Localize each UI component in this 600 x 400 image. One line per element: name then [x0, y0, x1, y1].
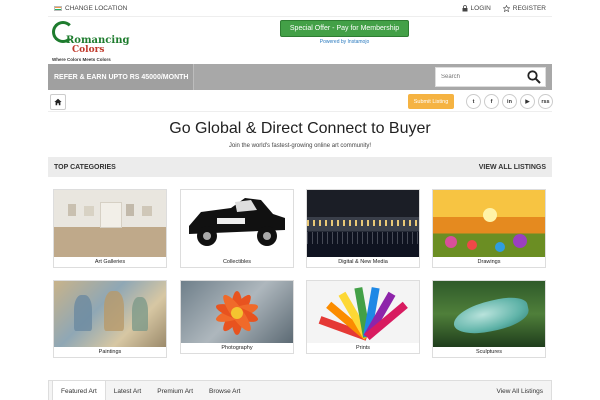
category-card-drawings[interactable]: Drawings	[432, 189, 546, 268]
rss-icon[interactable]: rss	[538, 94, 553, 109]
category-card-prints[interactable]: Prints	[306, 280, 420, 354]
top-bar: CHANGE LOCATION LOGIN REGISTER	[48, 0, 552, 16]
top-categories-title: TOP CATEGORIES	[54, 163, 116, 171]
linkedin-icon[interactable]: in	[502, 94, 517, 109]
tab-browse-art[interactable]: Browse Art	[201, 381, 248, 400]
login-label: LOGIN	[470, 4, 491, 12]
site-logo[interactable]: Romancing Colors Where Colors Meets Colo…	[50, 19, 130, 63]
home-button[interactable]	[50, 94, 66, 110]
category-card-paintings[interactable]: Paintings	[53, 280, 167, 358]
logo-text-line2: Colors	[72, 45, 105, 55]
prints-image	[307, 281, 419, 343]
category-label: Drawings	[477, 259, 501, 265]
category-card-sculptures[interactable]: Sculptures	[432, 280, 546, 358]
collectibles-image	[181, 190, 293, 257]
home-icon	[54, 98, 62, 106]
category-label: Paintings	[98, 349, 122, 355]
india-flag-icon	[54, 5, 62, 11]
powered-by-label: Powered by Instamojo	[319, 39, 370, 45]
youtube-icon[interactable]: ▶	[520, 94, 535, 109]
facebook-icon[interactable]: f	[484, 94, 499, 109]
category-label: Art Galleries	[94, 259, 126, 265]
nav-row: Submit Listing t f in ▶ rss	[48, 92, 553, 112]
social-links: t f in ▶ rss	[466, 94, 553, 109]
tab-premium-art[interactable]: Premium Art	[149, 381, 201, 400]
category-card-photography[interactable]: Photography	[180, 280, 294, 354]
twitter-icon[interactable]: t	[466, 94, 481, 109]
paintings-image	[54, 281, 166, 347]
register-label: REGISTER	[512, 4, 546, 12]
refer-earn-link[interactable]: REFER & EARN UPTO RS 45000/MONTH	[48, 64, 194, 90]
lock-icon	[462, 4, 468, 11]
search-icon[interactable]	[526, 69, 542, 85]
view-all-listings-tab-link[interactable]: View All Listings	[497, 388, 544, 395]
tab-latest-art[interactable]: Latest Art	[106, 381, 149, 400]
sculptures-image	[433, 281, 545, 347]
drawings-image	[433, 190, 545, 257]
category-label: Sculptures	[476, 349, 502, 355]
top-categories-header: TOP CATEGORIES VIEW ALL LISTINGS	[48, 157, 552, 177]
category-label: Collectibles	[222, 259, 252, 265]
refer-banner: REFER & EARN UPTO RS 45000/MONTH	[48, 64, 552, 90]
category-card-art-galleries[interactable]: Art Galleries	[53, 189, 167, 268]
hero-title: Go Global & Direct Connect to Buyer	[169, 120, 431, 137]
register-link[interactable]: REGISTER	[502, 4, 546, 12]
view-all-listings-link[interactable]: VIEW ALL LISTINGS	[479, 164, 546, 171]
search-input[interactable]	[436, 74, 526, 80]
category-label: Photography	[221, 345, 253, 351]
category-label: Digital & New Media	[338, 259, 388, 265]
login-link[interactable]: LOGIN	[462, 5, 491, 12]
logo-tagline: Where Colors Meets Colors	[52, 57, 111, 62]
change-location-link[interactable]: CHANGE LOCATION	[54, 5, 127, 12]
membership-offer-button[interactable]: Special Offer - Pay for Membership	[280, 20, 409, 37]
change-location-label: CHANGE LOCATION	[65, 4, 128, 12]
submit-listing-button[interactable]: Submit Listing	[408, 94, 454, 109]
art-galleries-image	[54, 190, 166, 257]
photography-image	[181, 281, 293, 343]
header: Romancing Colors Where Colors Meets Colo…	[48, 16, 552, 64]
category-card-collectibles[interactable]: Collectibles	[180, 189, 294, 268]
star-icon	[502, 4, 510, 12]
art-tabs-bar: Featured Art Latest Art Premium Art Brow…	[48, 380, 552, 400]
category-card-digital-new-media[interactable]: Digital & New Media	[306, 189, 420, 268]
search-box	[435, 67, 546, 87]
hero-subtitle: Join the world's fastest-growing online …	[228, 143, 372, 149]
category-label: Prints	[355, 345, 371, 351]
digital-media-image	[307, 190, 419, 257]
tab-featured-art[interactable]: Featured Art	[52, 381, 106, 400]
